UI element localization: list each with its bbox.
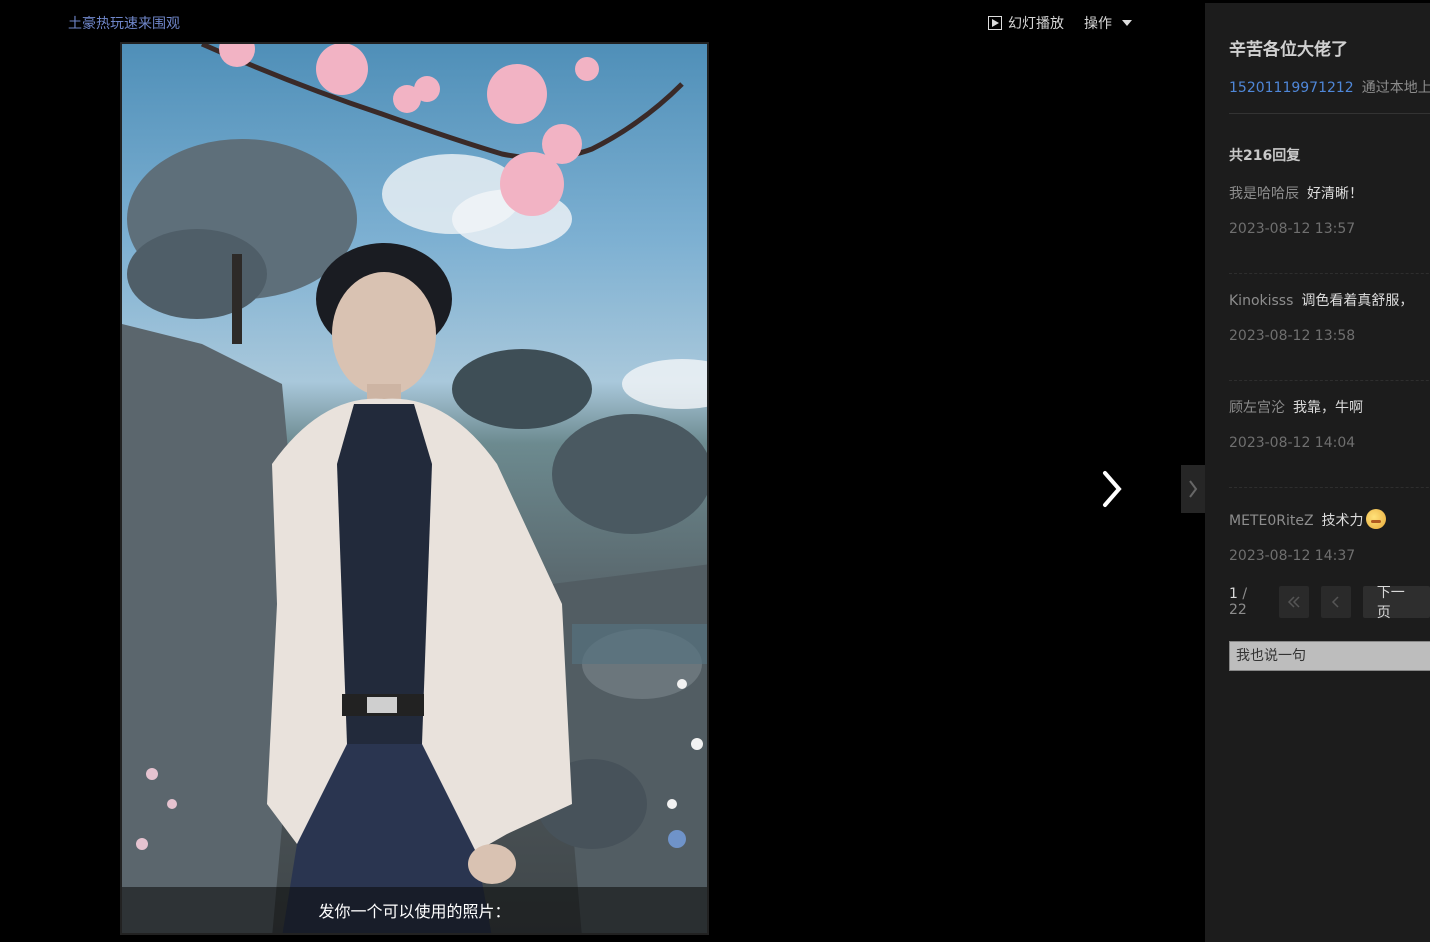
top-link[interactable]: 土豪热玩速来围观 — [68, 13, 180, 33]
slideshow-button[interactable]: 幻灯播放 — [988, 13, 1064, 33]
reply-input[interactable]: 我也说一句 — [1229, 641, 1430, 671]
author-link[interactable]: 15201119971212 — [1229, 80, 1354, 96]
upload-source: 通过本地上 — [1361, 80, 1430, 96]
page-separator: / — [1242, 586, 1248, 602]
prev-page-button[interactable] — [1320, 586, 1351, 618]
chevron-right-icon — [1189, 480, 1198, 498]
next-page-button[interactable]: 下一页 — [1362, 585, 1430, 621]
divider — [1229, 380, 1430, 381]
double-chevron-left-icon — [1287, 596, 1300, 608]
play-icon — [988, 16, 1002, 30]
comment-panel: 辛苦各位大佬了 15201119971212 通过本地上 共216回复 我是哈哈辰… — [1205, 3, 1430, 942]
comment-text: 技术力 — [1321, 513, 1364, 529]
comment-item: 我是哈哈辰 好清晰！ 2023-08-12 13:57 — [1229, 183, 1430, 237]
slideshow-label: 幻灯播放 — [1008, 16, 1064, 32]
divider — [1229, 273, 1430, 274]
divider — [1229, 487, 1430, 488]
total-pages: 22 — [1229, 602, 1247, 618]
viewer-toolbar: 幻灯播放 操作 — [988, 13, 1132, 33]
comment-time: 2023-08-12 13:57 — [1229, 221, 1356, 237]
first-page-button[interactable] — [1278, 586, 1309, 618]
current-page: 1 — [1229, 586, 1238, 602]
post-title: 辛苦各位大佬了 — [1229, 40, 1348, 60]
reply-count: 共216回复 — [1229, 148, 1301, 164]
main-photo: 发你一个可以使用的照片： — [120, 42, 709, 935]
post-author-line: 15201119971212 通过本地上 — [1229, 77, 1430, 97]
comment-user[interactable]: METE0RiteZ — [1229, 513, 1314, 529]
caret-down-icon — [1122, 20, 1132, 26]
comment-user[interactable]: 我是哈哈辰 — [1229, 186, 1299, 202]
comment-text: 我靠，牛啊 — [1293, 400, 1363, 416]
emoji-icon — [1365, 509, 1386, 529]
comment-item: METE0RiteZ 技术力 2023-08-12 14:37 — [1229, 509, 1430, 564]
comment-user[interactable]: 顾左宫沦 — [1229, 400, 1285, 416]
pagination: 1 / 22 下一页 — [1229, 585, 1430, 621]
divider — [1229, 113, 1430, 114]
actions-label: 操作 — [1084, 16, 1112, 32]
comment-item: Kinokisss 调色看着真舒服， 2023-08-12 13:58 — [1229, 290, 1430, 344]
comment-time: 2023-08-12 14:04 — [1229, 435, 1356, 451]
actions-dropdown[interactable]: 操作 — [1084, 13, 1132, 33]
next-photo-button[interactable] — [1097, 469, 1127, 509]
photo-viewer: 土豪热玩速来围观 幻灯播放 操作 发你一个可以使用的照片： — [0, 3, 1205, 942]
comment-item: 顾左宫沦 我靠，牛啊 2023-08-12 14:04 — [1229, 397, 1430, 451]
photo-image — [122, 44, 707, 933]
comment-text: 调色看着真舒服， — [1301, 293, 1414, 309]
comment-user[interactable]: Kinokisss — [1229, 293, 1293, 309]
collapse-panel-button[interactable] — [1181, 465, 1205, 513]
photo-caption: 发你一个可以使用的照片： — [122, 887, 707, 933]
comment-time: 2023-08-12 13:58 — [1229, 328, 1356, 344]
chevron-right-icon — [1103, 471, 1122, 507]
comment-time: 2023-08-12 14:37 — [1229, 548, 1356, 564]
comment-text: 好清晰！ — [1307, 186, 1363, 202]
chevron-left-icon — [1331, 596, 1339, 608]
